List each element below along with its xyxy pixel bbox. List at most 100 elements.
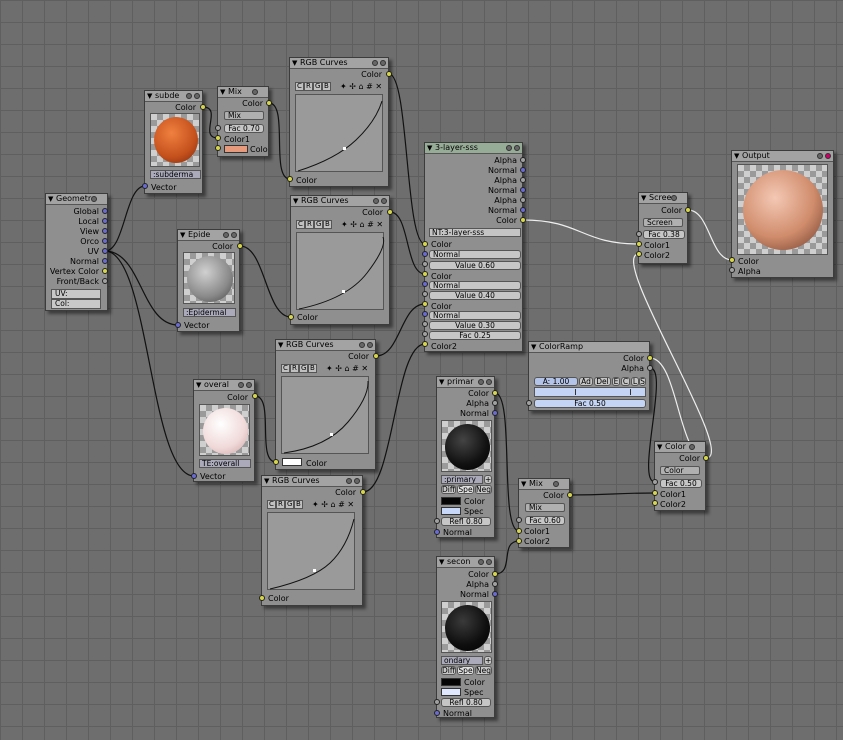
diffuse-toggle[interactable]: Diff [441, 666, 456, 675]
spec-swatch[interactable] [441, 688, 461, 696]
uv-field[interactable]: UV: [51, 289, 101, 299]
col-field[interactable]: Col: [51, 299, 101, 309]
node-header[interactable]: ▼ Epide [178, 230, 239, 241]
socket[interactable] [516, 517, 522, 523]
socket[interactable] [520, 217, 526, 223]
c-button[interactable]: C [621, 377, 630, 386]
fac-slider[interactable]: Fac 0.38 [643, 230, 685, 239]
value-slider-3[interactable]: Value 0.30 [429, 321, 521, 330]
rgb-curves-node-3[interactable]: ▼ RGB Curves Color C R G B ✦ ✢ ⌂ # ✕ Colo… [275, 339, 376, 470]
socket[interactable] [492, 571, 498, 577]
socket[interactable] [422, 331, 428, 337]
socket[interactable] [215, 125, 221, 131]
diffuse-toggle[interactable]: Diff [441, 485, 456, 494]
curve-tools-icons[interactable]: ✦ ✢ ⌂ # ✕ [340, 82, 382, 91]
fac-slider[interactable]: Fac 0.60 [525, 516, 565, 525]
socket[interactable] [526, 400, 532, 406]
socket[interactable] [434, 529, 440, 535]
overall-texture-node[interactable]: ▼ overal Color TE:overall Vector [193, 379, 255, 482]
socket[interactable] [703, 455, 709, 461]
curve-editor[interactable] [267, 512, 355, 590]
refl-slider[interactable]: Refl 0.80 [441, 698, 491, 707]
socket[interactable] [288, 314, 294, 320]
color-swatch[interactable] [441, 678, 461, 686]
socket[interactable] [422, 291, 428, 297]
socket[interactable] [102, 248, 108, 254]
node-header[interactable]: ▼ Output [732, 151, 833, 162]
curve-editor[interactable] [281, 376, 369, 454]
socket[interactable] [422, 251, 428, 257]
input-normal-1[interactable]: Normal [429, 250, 521, 259]
socket[interactable] [520, 197, 526, 203]
socket[interactable] [102, 278, 108, 284]
fac-slider[interactable]: Fac 0.25 [429, 331, 521, 340]
fac-slider[interactable]: Fac 0.50 [660, 479, 702, 488]
node-header[interactable]: ▼ Geometr [46, 194, 107, 205]
s-button[interactable]: S [639, 377, 646, 386]
socket[interactable] [287, 176, 293, 182]
socket[interactable] [492, 410, 498, 416]
rgb-curves-node-1[interactable]: ▼ RGB Curves Color C R G B ✦ ✢ ⌂ # ✕ Colo… [289, 57, 389, 187]
mix-node-1[interactable]: ▼ Mix Color Mix Fac 0.70 Color1 Colo [217, 86, 269, 157]
primary-material-node[interactable]: ▼ primar Color Alpha Normal :primary + Di… [436, 376, 495, 538]
socket[interactable] [434, 518, 440, 524]
socket[interactable] [175, 322, 181, 328]
curve-channel-c[interactable]: C [267, 500, 276, 509]
socket[interactable] [200, 104, 206, 110]
nodetree-selector[interactable]: NT:3-layer-sss [429, 228, 521, 237]
curve-channel-c[interactable]: C [295, 82, 304, 91]
e-button[interactable]: E [612, 377, 620, 386]
socket[interactable] [191, 473, 197, 479]
mix-node-2[interactable]: ▼ Mix Color Mix Fac 0.60 Color1 Color2 [518, 478, 570, 548]
new-material-button[interactable]: + [484, 475, 492, 484]
value-slider-1[interactable]: Value 0.60 [429, 261, 521, 270]
node-header[interactable]: ▼ RGB Curves [276, 340, 375, 351]
socket[interactable] [215, 145, 221, 151]
color-swatch[interactable] [282, 458, 302, 466]
curve-editor[interactable] [295, 94, 383, 172]
socket[interactable] [373, 353, 379, 359]
socket[interactable] [636, 251, 642, 257]
epidermal-texture-node[interactable]: ▼ Epide Color :Epidermal Vector [177, 229, 240, 332]
l-button[interactable]: L [631, 377, 639, 386]
output-node[interactable]: ▼ Output Color Alpha [731, 150, 834, 278]
delete-button[interactable]: Del [594, 377, 611, 386]
curve-channel-b[interactable]: B [308, 364, 317, 373]
curve-channel-r[interactable]: R [304, 82, 313, 91]
curve-channel-b[interactable]: B [322, 82, 331, 91]
socket[interactable] [102, 228, 108, 234]
node-header[interactable]: ▼ 3-layer-sss [425, 143, 522, 154]
add-button[interactable]: Ad [579, 377, 593, 386]
node-header[interactable]: ▼ Color [655, 442, 705, 453]
socket[interactable] [422, 271, 428, 277]
blend-mode-dropdown[interactable]: Color [660, 466, 700, 475]
socket[interactable] [142, 183, 148, 189]
curve-channel-c[interactable]: C [281, 364, 290, 373]
blend-mode-dropdown[interactable]: Mix [525, 503, 565, 512]
socket[interactable] [422, 281, 428, 287]
curve-channel-b[interactable]: B [294, 500, 303, 509]
socket[interactable] [516, 528, 522, 534]
node-editor-canvas[interactable]: ▼ Geometr Global Local View Orco UV Norma… [0, 0, 843, 740]
socket[interactable] [652, 479, 658, 485]
socket[interactable] [386, 71, 392, 77]
socket[interactable] [647, 355, 653, 361]
socket[interactable] [102, 208, 108, 214]
negate-toggle[interactable]: Neg [475, 666, 492, 675]
socket[interactable] [520, 187, 526, 193]
negate-toggle[interactable]: Neg [475, 485, 492, 494]
texture-selector[interactable]: :subderma [150, 170, 201, 179]
node-header[interactable]: ▼ RGB Curves [291, 196, 389, 207]
socket[interactable] [360, 489, 366, 495]
socket[interactable] [492, 400, 498, 406]
alpha-field[interactable]: A: 1.00 [534, 377, 578, 386]
socket[interactable] [520, 157, 526, 163]
color-ramp-gradient[interactable] [534, 387, 646, 397]
material-selector[interactable]: ondary [441, 656, 483, 665]
node-header[interactable]: ▼ Mix [519, 479, 569, 490]
socket[interactable] [102, 238, 108, 244]
socket[interactable] [685, 207, 691, 213]
node-header[interactable]: ▼ secon [437, 557, 494, 568]
rgb-curves-node-2[interactable]: ▼ RGB Curves Color C R G B ✦ ✢ ⌂ # ✕ Colo… [290, 195, 390, 325]
socket[interactable] [422, 311, 428, 317]
